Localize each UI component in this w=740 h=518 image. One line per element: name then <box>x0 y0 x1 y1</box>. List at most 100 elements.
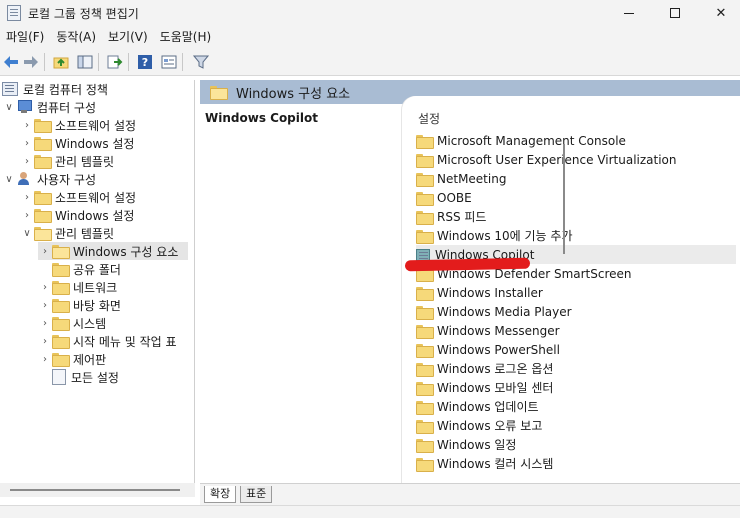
list-item[interactable]: Microsoft User Experience Virtualization <box>416 150 736 169</box>
minimize-button[interactable] <box>606 0 652 26</box>
list-item-label: NetMeeting <box>437 171 507 186</box>
user-icon <box>16 172 32 186</box>
title-bar: 로컬 그룹 정책 편집기 ✕ <box>0 0 740 26</box>
list-item[interactable]: Windows Messenger <box>416 321 736 340</box>
chevron-right-icon[interactable]: › <box>20 152 34 170</box>
scrollbar-thumb[interactable] <box>10 489 180 491</box>
tree-item-label: 로컬 컴퓨터 정책 <box>23 82 108 97</box>
list-item[interactable]: Windows 일정 <box>416 435 736 454</box>
tree-item-shared-folders[interactable]: 공유 폴더 <box>38 260 121 278</box>
tree-item-all-settings[interactable]: 모든 설정 <box>38 368 119 386</box>
menu-help[interactable]: 도움말(H) <box>154 26 218 48</box>
tree-item-local-computer-policy[interactable]: 로컬 컴퓨터 정책 <box>2 80 108 98</box>
folder-icon <box>416 153 434 168</box>
export-list-button[interactable] <box>106 53 124 71</box>
list-item-label: Microsoft Management Console <box>437 133 626 148</box>
svg-text:?: ? <box>142 56 148 69</box>
list-item[interactable]: Microsoft Management Console <box>416 131 736 150</box>
tree-item-user-config[interactable]: ∨ 사용자 구성 <box>2 170 96 188</box>
menu-file[interactable]: 파일(F) <box>0 26 50 48</box>
chevron-right-icon[interactable]: › <box>38 278 52 296</box>
close-button[interactable]: ✕ <box>698 0 740 26</box>
menu-view[interactable]: 보기(V) <box>102 26 154 48</box>
up-folder-button[interactable] <box>52 53 70 71</box>
list-item[interactable]: Windows 업데이트 <box>416 397 736 416</box>
back-arrow-icon <box>4 56 18 68</box>
folder-icon <box>34 137 52 151</box>
settings-list[interactable]: 설정 Microsoft Management Console Microsoft… <box>402 96 740 483</box>
list-item[interactable]: Windows Media Player <box>416 302 736 321</box>
chevron-right-icon[interactable]: › <box>38 314 52 332</box>
tree-item-desktop[interactable]: › 바탕 화면 <box>38 296 121 314</box>
list-item[interactable]: Windows 10에 기능 추가 <box>416 226 736 245</box>
tree-item-label: 관리 템플릿 <box>55 154 115 169</box>
chevron-down-icon[interactable]: ∨ <box>2 98 16 116</box>
tree-item-system[interactable]: › 시스템 <box>38 314 106 332</box>
window-title: 로컬 그룹 정책 편집기 <box>28 7 139 21</box>
tree-item-network[interactable]: › 네트워크 <box>38 278 117 296</box>
list-item-label: RSS 피드 <box>437 210 487 224</box>
tree-item-computer-admin[interactable]: › 관리 템플릿 <box>20 152 114 170</box>
tree-item-computer-windows[interactable]: › Windows 설정 <box>20 134 134 152</box>
folder-open-icon <box>34 227 52 241</box>
tree-item-windows-components[interactable]: › Windows 구성 요소 <box>38 242 188 260</box>
folder-icon <box>416 438 434 453</box>
list-item[interactable]: RSS 피드 <box>416 207 736 226</box>
console-tree[interactable]: 로컬 컴퓨터 정책 ∨ 컴퓨터 구성 › 소프트웨어 설정 › Windows … <box>0 80 195 483</box>
list-item[interactable]: Windows PowerShell <box>416 340 736 359</box>
list-item-label: Windows 컬러 시스템 <box>437 457 554 471</box>
tree-item-computer-config[interactable]: ∨ 컴퓨터 구성 <box>2 98 96 116</box>
tree-item-label: 제어판 <box>73 352 107 367</box>
folder-icon <box>34 209 52 223</box>
status-bar <box>0 505 740 518</box>
folder-icon <box>416 419 434 434</box>
tree-item-user-admin[interactable]: ∨ 관리 템플릿 <box>20 224 114 242</box>
chevron-right-icon[interactable]: › <box>20 116 34 134</box>
chevron-down-icon[interactable]: ∨ <box>2 170 16 188</box>
chevron-right-icon[interactable]: › <box>20 206 34 224</box>
back-button[interactable] <box>2 53 20 71</box>
chevron-right-icon[interactable]: › <box>38 350 52 368</box>
list-item[interactable]: OOBE <box>416 188 736 207</box>
tree-item-control-panel[interactable]: › 제어판 <box>38 350 106 368</box>
tab-standard[interactable]: 표준 <box>240 486 273 503</box>
up-folder-icon <box>53 57 69 69</box>
properties-button[interactable] <box>160 53 178 71</box>
list-item[interactable]: Windows 로그온 옵션 <box>416 359 736 378</box>
tree-horizontal-scrollbar[interactable] <box>0 483 195 497</box>
help-button[interactable]: ? <box>136 53 154 71</box>
folder-icon <box>34 155 52 169</box>
chevron-right-icon[interactable]: › <box>38 242 52 260</box>
maximize-button[interactable] <box>652 0 698 26</box>
folder-icon <box>416 400 434 415</box>
tree-item-computer-software[interactable]: › 소프트웨어 설정 <box>20 116 136 134</box>
forward-button[interactable] <box>22 53 40 71</box>
folder-icon <box>52 281 70 295</box>
list-item[interactable]: Windows 컬러 시스템 <box>416 454 736 473</box>
tree-item-start-menu[interactable]: › 시작 메뉴 및 작업 표 <box>38 332 177 350</box>
chevron-right-icon[interactable]: › <box>38 332 52 350</box>
computer-icon <box>16 100 32 114</box>
tree-item-user-software[interactable]: › 소프트웨어 설정 <box>20 188 136 206</box>
menu-action[interactable]: 동작(A) <box>50 26 102 48</box>
filter-button[interactable] <box>192 53 210 71</box>
folder-icon <box>52 317 70 331</box>
list-vertical-scrollbar[interactable] <box>563 144 565 254</box>
tree-item-label: 네트워크 <box>73 280 118 295</box>
folder-icon <box>416 324 434 339</box>
show-hide-tree-button[interactable] <box>76 53 94 71</box>
list-item[interactable]: NetMeeting <box>416 169 736 188</box>
description-pane: Windows Copilot <box>200 104 410 483</box>
tree-item-user-windows[interactable]: › Windows 설정 <box>20 206 134 224</box>
folder-icon <box>416 362 434 377</box>
list-item[interactable]: Windows 모바일 센터 <box>416 378 736 397</box>
chevron-right-icon[interactable]: › <box>20 188 34 206</box>
list-item[interactable]: Windows Installer <box>416 283 736 302</box>
all-settings-icon <box>52 369 66 385</box>
column-header-setting[interactable]: 설정 <box>418 110 440 127</box>
tab-extended[interactable]: 확장 <box>204 486 237 503</box>
chevron-right-icon[interactable]: › <box>38 296 52 314</box>
chevron-down-icon[interactable]: ∨ <box>20 224 34 242</box>
list-item[interactable]: Windows 오류 보고 <box>416 416 736 435</box>
chevron-right-icon[interactable]: › <box>20 134 34 152</box>
